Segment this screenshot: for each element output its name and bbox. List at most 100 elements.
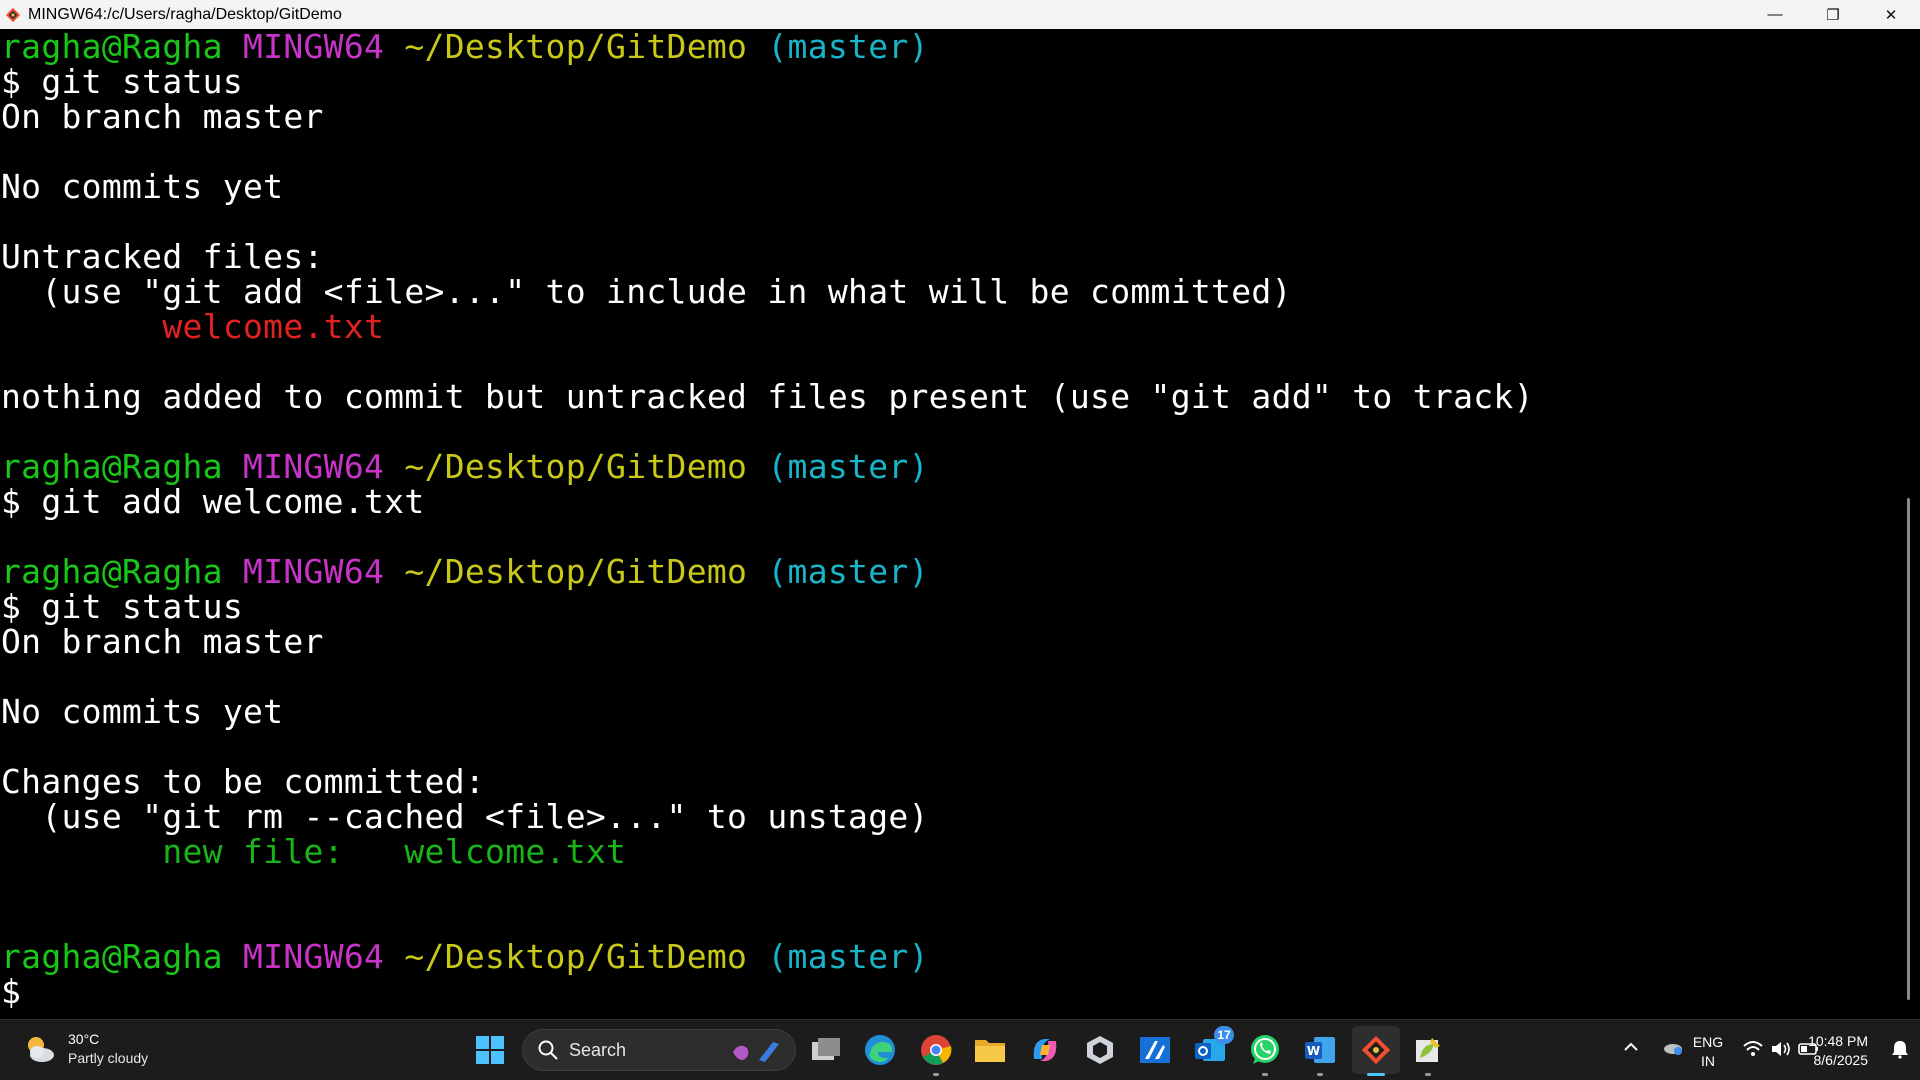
terminal-output[interactable]: ragha@Ragha MINGW64 ~/Desktop/GitDemo (m…: [0, 29, 1920, 1019]
terminal-text: Untracked files:: [1, 237, 324, 276]
clock-date: 8/6/2025: [1813, 1052, 1869, 1068]
terminal-line: Changes to be committed:: [1, 764, 1534, 799]
terminal-text: (use "git rm --cached <file>..." to unst…: [1, 797, 929, 836]
chevron-up-icon[interactable]: [1622, 1038, 1640, 1061]
word-icon[interactable]: W: [1302, 1032, 1338, 1076]
weather-widget[interactable]: 30°C Partly cloudy: [22, 1030, 148, 1068]
terminal-text: welcome.txt: [162, 307, 385, 346]
start-button[interactable]: [474, 1034, 506, 1066]
terminal-text: new file: welcome.txt: [162, 832, 627, 871]
outlook-icon[interactable]: 17: [1192, 1026, 1234, 1068]
region-code: IN: [1701, 1053, 1715, 1069]
partly-cloudy-icon: [22, 1031, 58, 1067]
system-clock[interactable]: 10:48 PM 8/6/2025: [1778, 1032, 1868, 1070]
terminal-text: ragha@Ragha: [1, 29, 244, 66]
terminal-text: (master): [767, 29, 929, 66]
whatsapp-icon[interactable]: [1247, 1032, 1283, 1076]
terminal-text: MINGW64: [243, 29, 405, 66]
terminal-line: $ git status: [1, 589, 1534, 624]
git-bash-taskbar-icon[interactable]: [1352, 1026, 1400, 1076]
taskbar: 30°C Partly cloudy Search 17 W ENG IN 10…: [0, 1019, 1920, 1080]
svg-text:W: W: [1307, 1044, 1320, 1058]
terminal-line: $ git add welcome.txt: [1, 484, 1534, 519]
outlook-badge: 17: [1214, 1026, 1234, 1044]
language-code: ENG: [1692, 1034, 1724, 1050]
terminal-text: Changes to be committed:: [1, 762, 486, 801]
window-title: MINGW64:/c/Users/ragha/Desktop/GitDemo: [28, 5, 342, 23]
terminal-text: (master): [767, 552, 929, 591]
minimize-button[interactable]: —: [1746, 0, 1804, 29]
taskbar-search[interactable]: Search: [522, 1029, 796, 1071]
terminal-text: MINGW64: [243, 937, 405, 976]
terminal-line: On branch master: [1, 99, 1534, 134]
search-highlight-icon: [733, 1042, 779, 1062]
terminal-text: On branch master: [1, 622, 324, 661]
terminal-scrollbar[interactable]: [1907, 498, 1910, 1000]
terminal-line: welcome.txt: [1, 309, 1534, 344]
windows-icon: [476, 1036, 504, 1064]
weather-temperature: 30°C: [68, 1031, 100, 1047]
terminal-text: $ git status: [1, 62, 244, 101]
notepad-plus-icon[interactable]: [1410, 1032, 1446, 1076]
terminal-text: $ git add welcome.txt: [1, 482, 425, 521]
close-button[interactable]: ✕: [1862, 0, 1920, 29]
language-indicator[interactable]: ENG IN: [1688, 1033, 1728, 1071]
terminal-text: MINGW64: [243, 447, 405, 486]
terminal-text: (master): [767, 447, 929, 486]
terminal-text: ragha@Ragha: [1, 937, 244, 976]
terminal-line: new file: welcome.txt: [1, 834, 1534, 869]
weather-description: Partly cloudy: [68, 1050, 149, 1066]
terminal-line: ragha@Ragha MINGW64 ~/Desktop/GitDemo (m…: [1, 554, 1534, 589]
terminal-line: (use "git rm --cached <file>..." to unst…: [1, 799, 1534, 834]
copilot-icon[interactable]: [1027, 1032, 1063, 1068]
terminal-text: nothing added to commit but untracked fi…: [1, 377, 1534, 416]
terminal-line: No commits yet: [1, 694, 1534, 729]
window-title-bar: MINGW64:/c/Users/ragha/Desktop/GitDemo —…: [0, 0, 1920, 29]
chrome-icon[interactable]: [918, 1032, 954, 1076]
terminal-text: No commits yet: [1, 692, 284, 731]
terminal-text: On branch master: [1, 97, 324, 136]
terminal-line: ragha@Ragha MINGW64 ~/Desktop/GitDemo (m…: [1, 29, 1534, 64]
terminal-line: $: [1, 974, 1534, 1009]
terminal-text: (master): [767, 937, 929, 976]
terminal-text: ragha@Ragha: [1, 552, 244, 591]
notification-icon[interactable]: [1890, 1039, 1910, 1064]
terminal-text: ~/Desktop/GitDemo: [404, 937, 768, 976]
git-bash-icon: [3, 5, 23, 25]
terminal-text: ~/Desktop/GitDemo: [404, 552, 768, 591]
terminal-text: ~/Desktop/GitDemo: [404, 29, 768, 66]
search-label: Search: [569, 1039, 627, 1060]
terminal-line: nothing added to commit but untracked fi…: [1, 379, 1534, 414]
file-explorer-icon[interactable]: [972, 1032, 1008, 1068]
clock-time: 10:48 PM: [1808, 1033, 1868, 1049]
terminal-line: Untracked files:: [1, 239, 1534, 274]
task-view-icon[interactable]: [808, 1032, 844, 1068]
terminal-text: MINGW64: [243, 552, 405, 591]
terminal-text: $: [1, 972, 22, 1011]
azure-icon[interactable]: [1137, 1032, 1173, 1068]
restore-button[interactable]: ❐: [1804, 0, 1862, 29]
window-controls: — ❐ ✕: [1746, 0, 1920, 29]
terminal-line: $ git status: [1, 64, 1534, 99]
terminal-text: No commits yet: [1, 167, 284, 206]
terminal-text: (use "git add <file>..." to include in w…: [1, 272, 1292, 311]
terminal-line: ragha@Ragha MINGW64 ~/Desktop/GitDemo (m…: [1, 939, 1534, 974]
unity-icon[interactable]: [1082, 1032, 1118, 1068]
wifi-icon[interactable]: [1742, 1040, 1764, 1063]
terminal-line: (use "git add <file>..." to include in w…: [1, 274, 1534, 309]
terminal-text: ~/Desktop/GitDemo: [404, 447, 768, 486]
terminal-line: ragha@Ragha MINGW64 ~/Desktop/GitDemo (m…: [1, 449, 1534, 484]
edge-icon[interactable]: [862, 1032, 898, 1068]
onedrive-icon[interactable]: [1662, 1038, 1684, 1061]
